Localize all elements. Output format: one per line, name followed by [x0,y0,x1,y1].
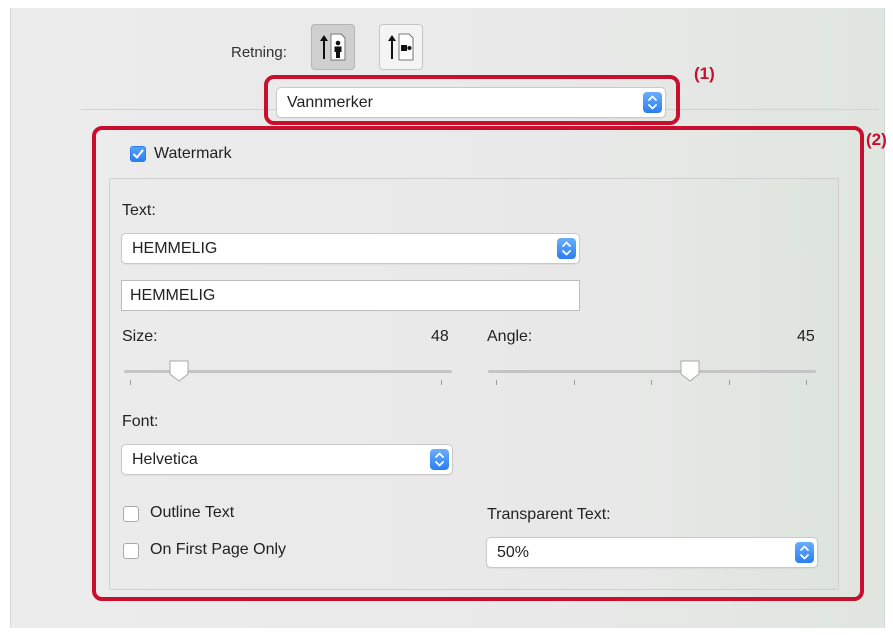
callout-box-1 [264,75,680,125]
portrait-orientation-button[interactable] [311,24,355,70]
callout-label-1: (1) [694,64,715,83]
callout-box-2 [92,126,864,601]
landscape-orientation-button[interactable] [379,24,423,70]
portrait-orientation-icon [320,33,346,61]
landscape-orientation-icon [388,33,414,61]
callout-label-2: (2) [866,130,887,149]
orientation-label: Retning: [231,44,287,61]
